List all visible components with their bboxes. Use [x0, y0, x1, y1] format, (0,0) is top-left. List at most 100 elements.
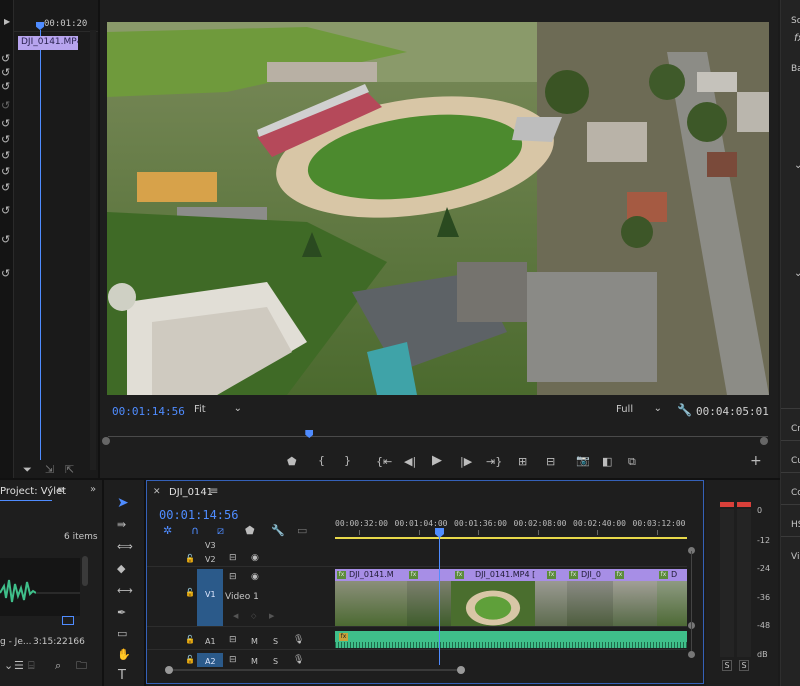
history-undo-icon[interactable]: ↺ [1, 134, 10, 145]
rectangle-tool-icon[interactable]: ▭ [117, 628, 127, 639]
history-undo-icon[interactable]: ↺ [1, 182, 10, 193]
list-view-icon[interactable]: ☰ [14, 660, 24, 671]
eye-icon[interactable]: ◉ [251, 573, 259, 582]
source-clip-label[interactable]: DJI_0141.MP4 [18, 36, 78, 50]
history-undo-icon[interactable]: ↺ [1, 268, 10, 279]
meter-solo-left[interactable]: S [722, 660, 732, 671]
video-clip[interactable]: fx [407, 569, 451, 626]
close-icon[interactable]: ✕ [153, 488, 161, 497]
meter-solo-right[interactable]: S [739, 660, 749, 671]
eye-icon[interactable]: ◉ [251, 554, 259, 563]
mute-button[interactable]: M [251, 637, 258, 646]
chevron-down-icon[interactable]: ⌄ [794, 160, 800, 171]
keyframe-next-icon[interactable]: ▶ [269, 613, 274, 620]
wrench-icon[interactable]: 🔧 [677, 404, 692, 416]
ripple-edit-tool-icon[interactable]: ⟺ [117, 541, 133, 552]
razor-tool-icon[interactable]: ◆ [117, 563, 125, 574]
scroll-left-handle[interactable] [165, 666, 173, 674]
more-panels-icon[interactable]: » [90, 485, 96, 495]
magnet-icon[interactable]: ∩ [191, 525, 199, 536]
add-marker-icon[interactable]: ⬟ [287, 456, 297, 467]
right-panel-label-vi[interactable]: Vi [791, 552, 799, 562]
scrub-scroll-right-handle[interactable] [760, 437, 768, 445]
scroll-right-handle[interactable] [457, 666, 465, 674]
horizontal-scrollbar[interactable] [165, 666, 465, 674]
extract-icon[interactable]: ⊟ [546, 456, 555, 467]
sync-icon[interactable]: ⊟ [229, 554, 237, 563]
lock-icon[interactable]: 🔓 [185, 656, 195, 664]
sync-icon[interactable]: ⊟ [229, 656, 237, 665]
add-button-icon[interactable]: + [750, 454, 762, 468]
timeline-ruler[interactable]: 00:00:32:00 00:01:04:00 00:01:36:00 00:02:0… [335, 511, 687, 541]
go-to-in-icon[interactable]: {⇤ [376, 456, 392, 467]
add-marker-icon[interactable]: ⬟ [245, 525, 255, 536]
project-clip-name[interactable]: g - Je... [0, 637, 31, 647]
go-to-out-icon[interactable]: ⇥} [486, 456, 502, 467]
video-clip[interactable]: DJI_0141.MP4 [15 fx [451, 569, 535, 626]
solo-button[interactable]: S [273, 637, 278, 646]
microphone-icon[interactable]: 🎙 [293, 656, 304, 665]
project-clip-thumbnail[interactable] [0, 558, 80, 616]
multicam-icon[interactable]: ⧉ [628, 456, 636, 467]
right-panel-label-cr[interactable]: Cr [791, 424, 800, 434]
right-panel-label-hs[interactable]: HS [791, 520, 800, 530]
history-undo-icon[interactable]: ↺ [1, 67, 10, 78]
filter-icon[interactable]: ⏷ [23, 464, 32, 475]
wrench-icon[interactable]: 🔧 [271, 525, 285, 536]
history-undo-icon[interactable]: ↺ [1, 166, 10, 177]
fit-dropdown[interactable]: Fit ⌄ [194, 403, 244, 418]
vertical-scroll-handle[interactable] [688, 651, 695, 658]
video-clip[interactable]: DJI_0 fx [567, 569, 613, 626]
selection-tool-icon[interactable]: ➤ [117, 496, 129, 510]
type-tool-icon[interactable]: T [118, 669, 126, 682]
lock-icon[interactable]: 🔓 [185, 589, 195, 597]
panel-menu-icon[interactable]: ≡ [210, 487, 218, 497]
camera-icon[interactable]: 📷 [576, 455, 590, 466]
project-scrollbar[interactable] [82, 556, 88, 586]
source-scroll-handle[interactable] [90, 30, 96, 470]
lock-icon[interactable]: 🔓 [185, 555, 195, 563]
share-icon[interactable]: ⇱ [65, 464, 74, 475]
chevron-down-icon[interactable]: ⌄ [794, 268, 800, 279]
history-undo-icon[interactable]: ↺ [1, 81, 10, 92]
slider-icon[interactable]: ⌸ [28, 660, 35, 671]
track-select-tool-icon[interactable]: ⇛ [117, 519, 126, 530]
video-clip[interactable]: D fx [657, 569, 687, 626]
linked-selection-icon[interactable]: ⧄ [217, 525, 224, 536]
export-icon[interactable]: ⇲ [45, 464, 54, 475]
history-undo-icon[interactable]: ↺ [1, 205, 10, 216]
right-panel-label-fx[interactable]: fx [794, 33, 800, 44]
right-panel-label-ba[interactable]: Ba [791, 64, 800, 74]
folder-icon[interactable]: 🗀 [76, 660, 87, 671]
sync-icon[interactable]: ⊟ [229, 573, 237, 582]
timeline-current-time[interactable]: 00:01:14:56 [159, 508, 238, 522]
timeline-tab-title[interactable]: DJI_0141 [169, 487, 213, 498]
hand-tool-icon[interactable]: ✋ [117, 649, 131, 660]
scrub-scroll-left-handle[interactable] [102, 437, 110, 445]
compare-icon[interactable]: ◧ [602, 456, 612, 467]
slip-tool-icon[interactable]: ⟷ [117, 585, 133, 596]
audio-clip[interactable]: fx [335, 631, 687, 648]
history-undo-icon[interactable]: ↺ [1, 118, 10, 129]
step-forward-icon[interactable]: |▶ [460, 456, 472, 467]
video-frame[interactable] [107, 22, 769, 395]
program-scrub-bar[interactable] [108, 430, 768, 442]
mute-button[interactable]: M [251, 657, 258, 666]
chevron-down-icon[interactable]: ⌄ [4, 660, 13, 671]
right-panel-label-cu[interactable]: Cu [791, 456, 800, 466]
right-panel-label-co[interactable]: Co [791, 488, 800, 498]
mark-in-icon[interactable]: { [318, 455, 325, 466]
keyframe-add-icon[interactable]: ◇ [251, 613, 256, 620]
history-undo-icon[interactable]: ↺ [1, 234, 10, 245]
lift-icon[interactable]: ⊞ [518, 456, 527, 467]
lock-icon[interactable]: 🔓 [185, 636, 195, 644]
sync-icon[interactable]: ⊟ [229, 636, 237, 645]
microphone-icon[interactable]: 🎙 [293, 636, 304, 645]
video-clip[interactable]: fx [613, 569, 657, 626]
video-clip[interactable]: fx [535, 569, 567, 626]
mark-out-icon[interactable]: } [344, 455, 351, 466]
captions-icon[interactable]: ▭ [297, 525, 307, 536]
play-icon[interactable]: ▶ [432, 454, 442, 467]
history-undo-icon[interactable]: ↺ [1, 53, 10, 64]
history-undo-icon[interactable]: ↺ [1, 150, 10, 161]
